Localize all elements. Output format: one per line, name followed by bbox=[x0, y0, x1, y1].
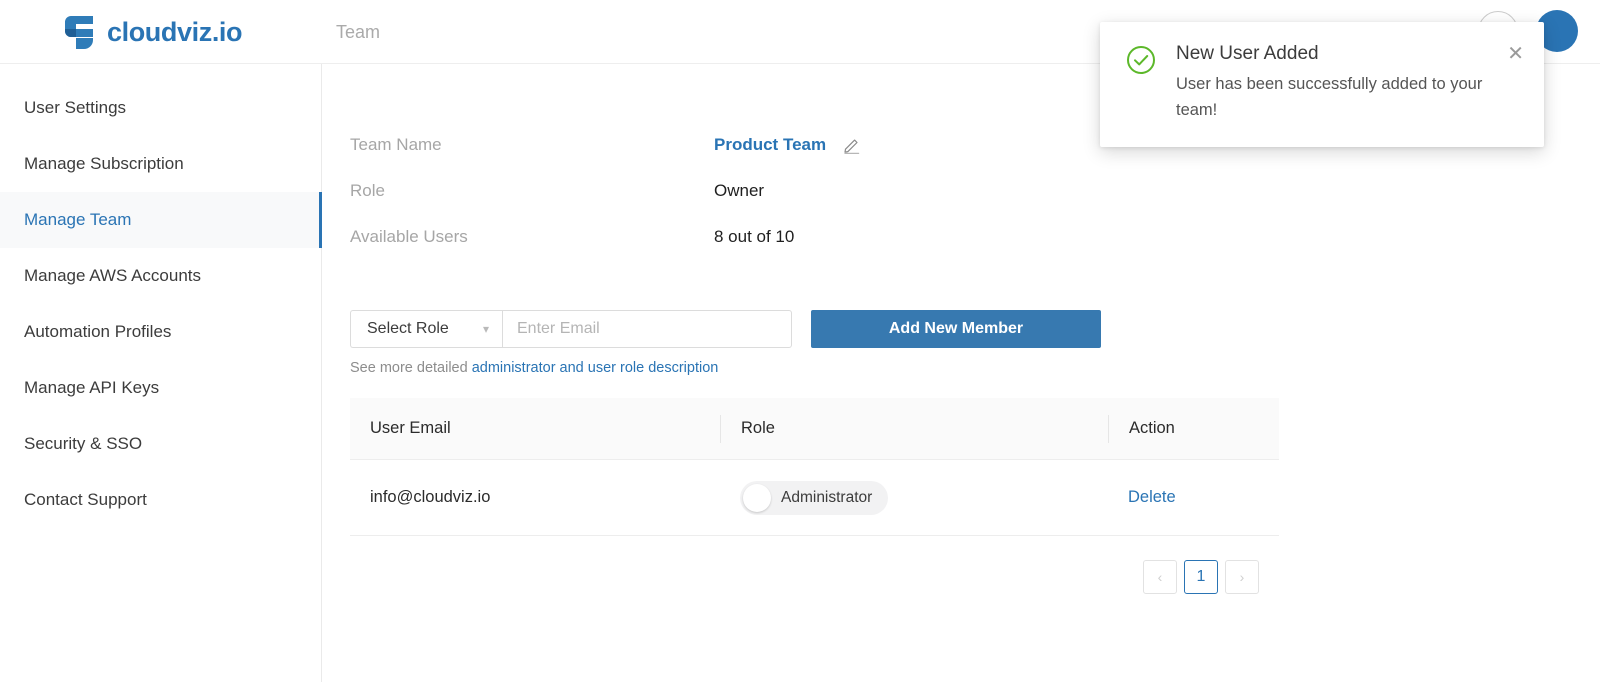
pagination: ‹ 1 › bbox=[1143, 560, 1259, 594]
sidebar-item-contact-support[interactable]: Contact Support bbox=[0, 472, 321, 528]
toast-message: User has been successfully added to your… bbox=[1176, 75, 1483, 119]
role-toggle-switch[interactable]: Administrator bbox=[740, 480, 889, 515]
sidebar-item-automation-profiles[interactable]: Automation Profiles bbox=[0, 304, 321, 360]
info-value: Owner bbox=[714, 181, 765, 200]
info-row: Team Name Product Team bbox=[350, 122, 1050, 168]
info-label: Role bbox=[350, 181, 385, 200]
info-label: Available Users bbox=[350, 227, 468, 246]
sidebar-item-label: Automation Profiles bbox=[24, 322, 172, 341]
sidebar-item-label: Contact Support bbox=[24, 490, 147, 509]
sidebar-item-label: Security & SSO bbox=[24, 434, 143, 453]
pagination-next-button[interactable]: › bbox=[1225, 560, 1259, 594]
sidebar-item-label: Manage Subscription bbox=[24, 154, 184, 173]
add-member-form: Select Role ▾ Add New Member bbox=[350, 310, 1101, 348]
info-label: Team Name bbox=[350, 135, 442, 154]
table-row: info@cloudviz.io Administrator Delete bbox=[350, 460, 1279, 536]
sidebar-item-manage-subscription[interactable]: Manage Subscription bbox=[0, 136, 321, 192]
role-description-link[interactable]: administrator and user role description bbox=[472, 360, 719, 376]
toggle-label: Administrator bbox=[781, 488, 873, 506]
app-logo[interactable]: cloudviz.io bbox=[62, 13, 243, 51]
column-header-role: Role bbox=[720, 414, 1108, 443]
add-new-member-button[interactable]: Add New Member bbox=[811, 310, 1101, 348]
success-check-circle-icon bbox=[1126, 45, 1156, 123]
sidebar-item-manage-aws-accounts[interactable]: Manage AWS Accounts bbox=[0, 248, 321, 304]
info-value: 8 out of 10 bbox=[714, 227, 795, 246]
team-members-table: User Email Role Action info@cloudviz.io A… bbox=[350, 398, 1279, 536]
sidebar-item-label: Manage API Keys bbox=[24, 378, 160, 397]
sidebar-item-manage-api-keys[interactable]: Manage API Keys bbox=[0, 360, 321, 416]
pencil-edit-icon[interactable] bbox=[842, 135, 862, 155]
column-header-user-email: User Email bbox=[370, 419, 451, 437]
sidebar-item-label: User Settings bbox=[24, 98, 127, 117]
close-icon[interactable]: ✕ bbox=[1507, 44, 1524, 64]
role-description-hint: See more detailed administrator and user… bbox=[350, 360, 718, 376]
delete-member-link[interactable]: Delete bbox=[1128, 488, 1176, 507]
breadcrumb: Team bbox=[336, 22, 381, 42]
sidebar-item-label: Manage AWS Accounts bbox=[24, 266, 202, 285]
info-row: Available Users 8 out of 10 bbox=[350, 214, 1050, 260]
hint-prefix-text: See more detailed bbox=[350, 360, 472, 376]
pagination-page-1[interactable]: 1 bbox=[1184, 560, 1218, 594]
toggle-knob bbox=[743, 483, 771, 512]
sidebar-item-security-sso[interactable]: Security & SSO bbox=[0, 416, 321, 472]
toast-body: New User Added User has been successfull… bbox=[1176, 43, 1522, 123]
info-value: Product Team bbox=[714, 135, 827, 154]
sidebar-nav: User Settings Manage Subscription Manage T… bbox=[0, 64, 322, 682]
team-info-list: Team Name Product Team Role Owner Available … bbox=[350, 122, 1050, 260]
logo-wordmark: cloudviz.io bbox=[107, 16, 243, 47]
cell-user-email: info@cloudviz.io bbox=[370, 488, 491, 506]
column-header-action: Action bbox=[1108, 414, 1279, 443]
email-input[interactable] bbox=[502, 310, 792, 348]
sidebar-item-label: Manage Team bbox=[24, 210, 132, 229]
toast-notification: New User Added User has been successfull… bbox=[1100, 22, 1544, 148]
main-content: Team Name Product Team Role Owner Available … bbox=[323, 64, 1600, 682]
role-select-dropdown[interactable]: Select Role ▾ bbox=[350, 310, 502, 348]
cell-role: Administrator bbox=[720, 480, 1108, 515]
table-header-row: User Email Role Action bbox=[350, 398, 1279, 460]
role-select-label: Select Role bbox=[367, 320, 449, 337]
cloudviz-logo-icon bbox=[62, 13, 98, 51]
cell-action: Delete bbox=[1108, 488, 1279, 507]
toast-title: New User Added bbox=[1176, 43, 1319, 64]
pagination-prev-button[interactable]: ‹ bbox=[1143, 560, 1177, 594]
chevron-down-icon: ▾ bbox=[482, 322, 489, 336]
sidebar-item-manage-team[interactable]: Manage Team bbox=[0, 192, 322, 248]
table-body: info@cloudviz.io Administrator Delete bbox=[350, 460, 1279, 536]
info-row: Role Owner bbox=[350, 168, 1050, 214]
sidebar-item-user-settings[interactable]: User Settings bbox=[0, 80, 321, 136]
